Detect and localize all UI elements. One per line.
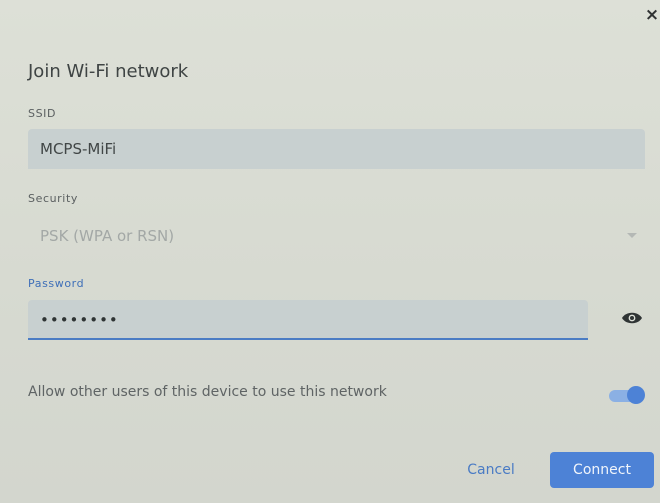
cancel-button[interactable]: Cancel: [455, 452, 527, 488]
password-label: Password: [28, 277, 85, 290]
dropdown-arrow-icon: [627, 233, 637, 238]
ssid-label: SSID: [28, 107, 57, 120]
security-select[interactable]: PSK (WPA or RSN): [28, 216, 645, 256]
dialog-title: Join Wi-Fi network: [28, 61, 189, 82]
close-icon[interactable]: ×: [644, 6, 660, 24]
ssid-input[interactable]: MCPS-MiFi: [28, 129, 645, 169]
join-wifi-dialog: × Join Wi-Fi network SSID MCPS-MiFi Secu…: [0, 0, 660, 503]
password-input[interactable]: ••••••••: [28, 300, 588, 340]
security-label: Security: [28, 192, 78, 205]
eye-icon[interactable]: [621, 311, 643, 325]
connect-button[interactable]: Connect: [550, 452, 654, 488]
share-network-label: Allow other users of this device to use …: [28, 384, 387, 400]
security-selected-value: PSK (WPA or RSN): [40, 227, 175, 245]
toggle-knob: [627, 386, 645, 404]
share-network-toggle[interactable]: [607, 386, 645, 404]
